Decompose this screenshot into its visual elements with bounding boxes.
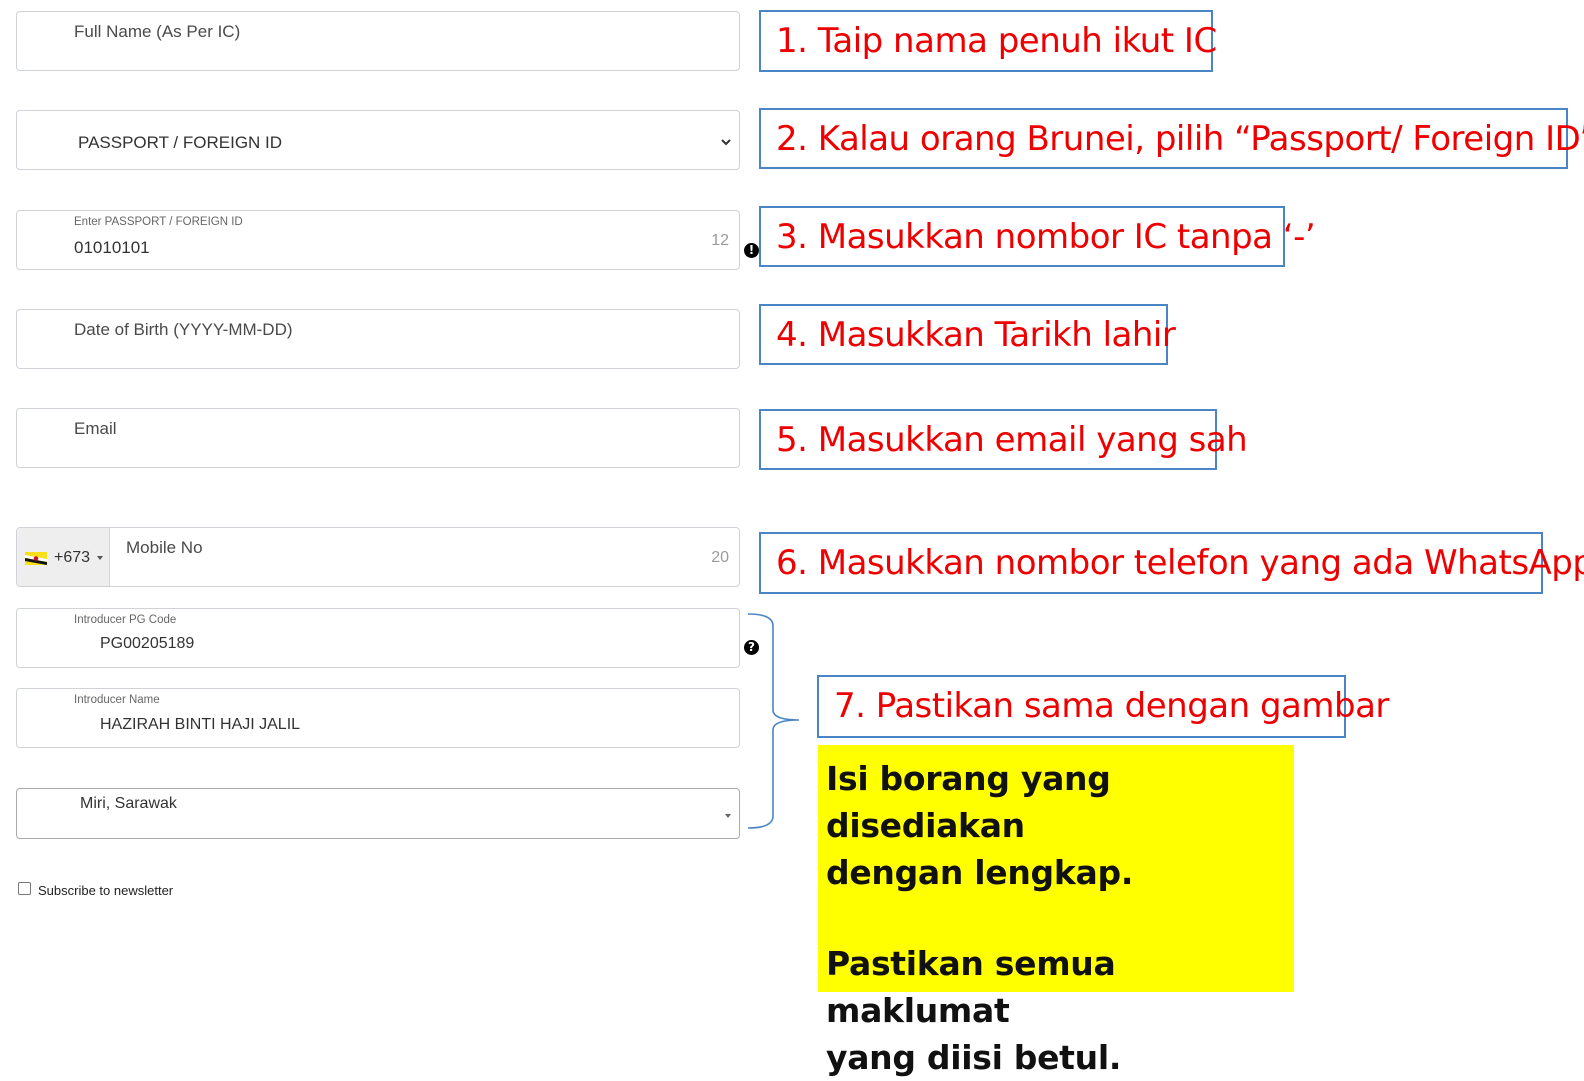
full-name-field[interactable]: Full Name (As Per IC) xyxy=(16,11,740,71)
full-name-placeholder: Full Name (As Per IC) xyxy=(74,22,241,41)
location-select[interactable]: Miri, Sarawak xyxy=(16,788,740,839)
id-type-selected: PASSPORT / FOREIGN ID xyxy=(78,133,283,152)
introducer-code-field[interactable]: Introducer PG Code PG00205189 xyxy=(16,608,740,668)
annotation-step-3: 3. Masukkan nombor IC tanpa ‘-’ xyxy=(759,206,1316,267)
email-placeholder: Email xyxy=(74,419,117,438)
introducer-code-value: PG00205189 xyxy=(100,635,195,652)
country-code-selector[interactable]: +673 xyxy=(17,528,110,586)
introducer-name-label: Introducer Name xyxy=(74,694,160,706)
annotation-step-5: 5. Masukkan email yang sah xyxy=(759,409,1248,470)
id-number-label: Enter PASSPORT / FOREIGN ID xyxy=(74,216,243,228)
caret-down-icon xyxy=(97,556,103,560)
annotation-step-4: 4. Masukkan Tarikh lahir xyxy=(759,304,1176,365)
chevron-down-icon xyxy=(721,139,731,146)
instruction-note: Isi borang yang disediakan dengan lengka… xyxy=(818,745,1294,1077)
mobile-placeholder: Mobile No xyxy=(126,538,203,557)
brunei-flag-icon xyxy=(25,552,47,565)
introducer-name-field[interactable]: Introducer Name HAZIRAH BINTI HAJI JALIL xyxy=(16,688,740,748)
note-line-4: yang diisi betul. xyxy=(826,1038,1122,1077)
dob-placeholder: Date of Birth (YYYY-MM-DD) xyxy=(74,320,293,339)
mobile-counter: 20 xyxy=(711,549,729,566)
exclamation-icon[interactable]: ! xyxy=(744,243,759,258)
dob-field[interactable]: Date of Birth (YYYY-MM-DD) xyxy=(16,309,740,369)
id-number-value: 01010101 xyxy=(74,238,150,257)
annotation-step-2: 2. Kalau orang Brunei, pilih “Passport/ … xyxy=(759,108,1584,169)
annotation-step-1: 1. Taip nama penuh ikut IC xyxy=(759,10,1217,72)
id-number-counter: 12 xyxy=(711,232,729,249)
id-type-select[interactable]: PASSPORT / FOREIGN ID xyxy=(16,110,740,170)
introducer-code-label: Introducer PG Code xyxy=(74,614,177,626)
note-line-1: Isi borang yang disediakan xyxy=(826,759,1111,845)
newsletter-checkbox[interactable] xyxy=(18,882,31,895)
annotation-step-7: 7. Pastikan sama dengan gambar xyxy=(817,675,1389,738)
note-line-2: dengan lengkap. xyxy=(826,853,1134,892)
bracket-connector xyxy=(747,613,800,829)
caret-down-icon xyxy=(725,814,731,818)
mobile-field[interactable]: +673 Mobile No 20 xyxy=(16,527,740,587)
note-line-3: Pastikan semua maklumat xyxy=(826,944,1116,1030)
id-number-field[interactable]: Enter PASSPORT / FOREIGN ID 01010101 12 xyxy=(16,210,740,270)
country-code: +673 xyxy=(54,549,91,566)
email-field[interactable]: Email xyxy=(16,408,740,468)
newsletter-label: Subscribe to newsletter xyxy=(38,883,174,898)
location-selected: Miri, Sarawak xyxy=(80,795,177,812)
introducer-name-value: HAZIRAH BINTI HAJI JALIL xyxy=(100,716,301,733)
annotation-step-6: 6. Masukkan nombor telefon yang ada What… xyxy=(759,532,1584,594)
